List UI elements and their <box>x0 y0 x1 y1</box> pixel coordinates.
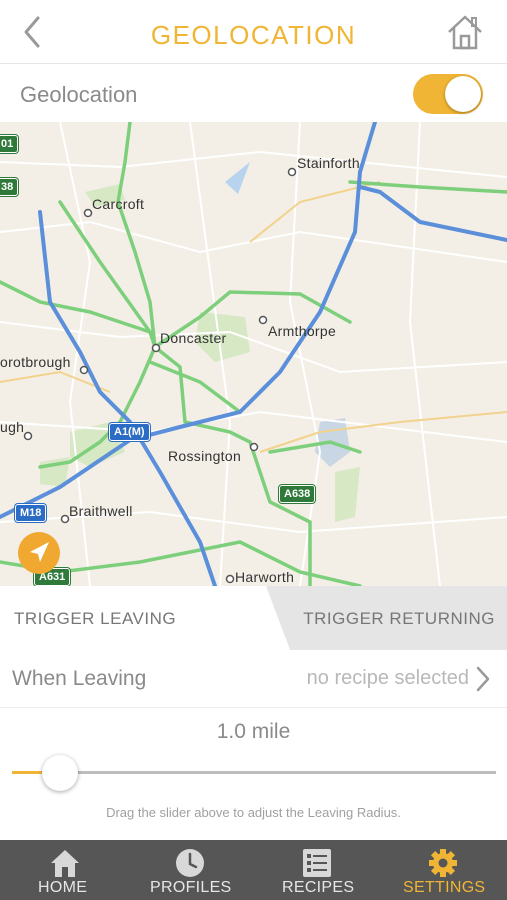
house-icon <box>448 15 482 50</box>
place-label: Rossington <box>168 448 242 464</box>
place-label: Stainforth <box>297 155 360 171</box>
recipe-value: no recipe selected <box>306 667 469 689</box>
place-label: Armthorpe <box>268 323 337 339</box>
bottom-tab-bar: HOME PROFILES RECIPES SETTINGS <box>0 840 507 900</box>
radius-slider-thumb[interactable] <box>42 755 79 791</box>
place-label: Doncaster <box>160 330 227 346</box>
geolocation-label: Geolocation <box>20 82 138 107</box>
tab-trigger-leaving[interactable]: TRIGGER LEAVING <box>0 586 266 650</box>
tabbar-home[interactable]: HOME <box>20 840 110 900</box>
place-label: ugh <box>0 419 25 435</box>
tabbar-recipes[interactable]: RECIPES <box>272 840 362 900</box>
chevron-right-icon <box>476 666 490 692</box>
home-button[interactable] <box>445 12 485 52</box>
tab-label: TRIGGER RETURNING <box>303 609 495 628</box>
tabbar-label: HOME <box>38 879 88 896</box>
tab-trigger-returning[interactable]: TRIGGER RETURNING <box>266 586 507 650</box>
when-leaving-label: When Leaving <box>12 667 147 690</box>
clock-icon <box>176 849 204 877</box>
tabbar-label: RECIPES <box>282 879 355 896</box>
header: GEOLOCATION <box>0 0 507 64</box>
gear-icon <box>429 849 457 877</box>
road-shield: M18 <box>15 504 47 522</box>
slider-hint: Drag the slider above to adjust the Leav… <box>106 805 401 820</box>
place-label: Carcroft <box>92 196 145 212</box>
page-title: GEOLOCATION <box>150 20 357 50</box>
place-label: Braithwell <box>69 503 133 519</box>
location-arrow-icon <box>30 542 49 562</box>
road-shield: A1(M) <box>109 423 150 441</box>
tabbar-label: SETTINGS <box>403 879 486 896</box>
road-shield: A638 <box>279 485 316 503</box>
locate-button[interactable] <box>18 532 60 574</box>
house-icon <box>51 850 79 877</box>
tabbar-settings[interactable]: SETTINGS <box>398 840 498 900</box>
place-label: orotbrough <box>0 354 71 370</box>
toggle-knob <box>445 76 481 112</box>
tabbar-label: PROFILES <box>150 879 232 896</box>
road-shield: 01 <box>0 135 19 153</box>
road-shield: 38 <box>0 178 19 196</box>
place-label: Harworth <box>235 569 295 585</box>
map-view[interactable]: Stainforth Carcroft Doncaster Armthorpe … <box>0 122 507 586</box>
radius-slider-track[interactable] <box>12 771 496 774</box>
when-leaving-row[interactable]: When Leaving no recipe selected <box>0 650 507 708</box>
geolocation-toggle[interactable] <box>413 74 483 114</box>
tab-label: TRIGGER LEAVING <box>14 609 177 628</box>
tabbar-profiles[interactable]: PROFILES <box>140 840 240 900</box>
radius-value: 1.0 mile <box>216 720 291 743</box>
list-icon <box>303 849 331 877</box>
trigger-tabs: TRIGGER RETURNING TRIGGER LEAVING <box>0 586 507 650</box>
